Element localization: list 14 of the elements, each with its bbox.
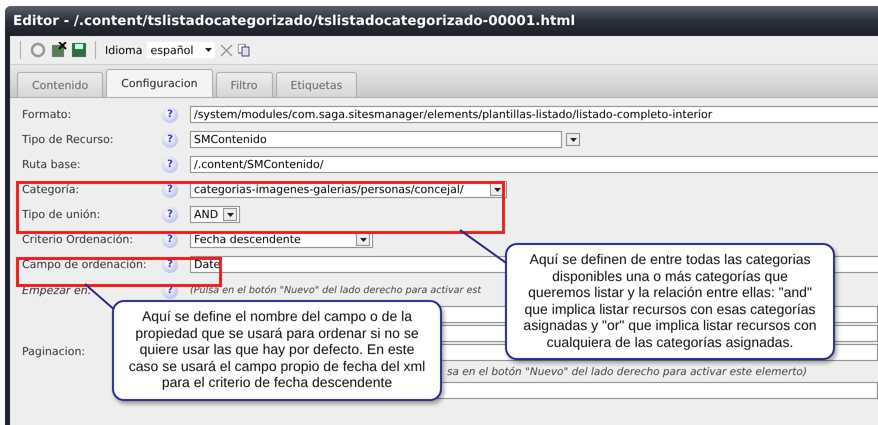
field-label: Paginacion: xyxy=(22,345,86,358)
language-label: Idioma xyxy=(105,44,142,56)
field-label: Formato: xyxy=(22,108,72,121)
field-label: Tipo de unión: xyxy=(22,208,100,221)
field-label: Criterio Ordenación: xyxy=(22,233,134,246)
field-label: Categoría: xyxy=(22,183,80,196)
field-label: Empezar en: xyxy=(22,284,92,297)
field-label: Ruta base: xyxy=(22,158,81,171)
callout-tooltip: Aquí se definen de entre todas las categorias disponibles una o más categorías que queremos listar y la relación entre ellas: "and" que implica listar recursos con esas categorías asignadas y "or" que implica listar recursos con cualquiera de las categorías asignadas. xyxy=(505,243,835,360)
field-label: Campo de ordenación: xyxy=(22,258,147,271)
window-title: Editor - /.content/tslistadocategorizado/tslistadocategorizado-00001.html xyxy=(5,6,878,36)
callout-tooltip: Aquí se define el nombre del campo o de la propiedad que se usará para ordenar si no se quiere usar las que hay por defecto. En este caso se usará el campo propio de fecha del xml para el criterio de fecha descendente xyxy=(112,300,442,400)
field-label: Tipo de Recurso: xyxy=(22,133,114,146)
hint-text: sa en el botón "Nuevo" del lado derecho para activar este elemerto) xyxy=(447,366,807,378)
